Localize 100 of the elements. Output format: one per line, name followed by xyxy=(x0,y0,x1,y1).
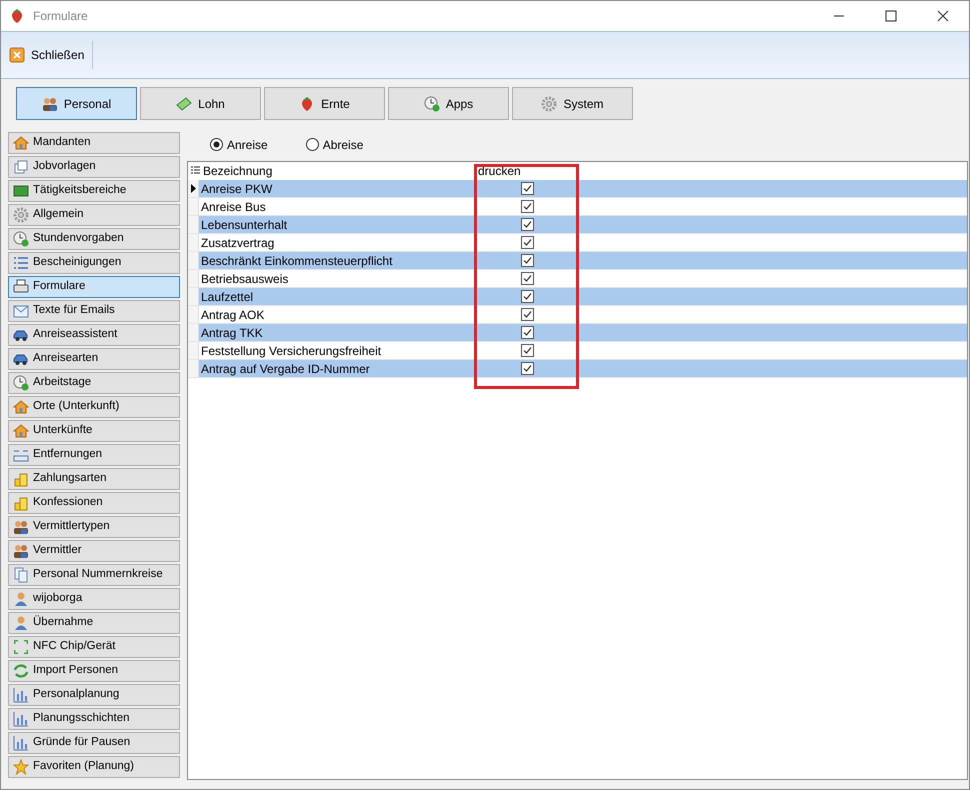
table-row[interactable]: Antrag TKK xyxy=(188,324,967,342)
sidebar-item[interactable]: Tätigkeitsbereiche xyxy=(8,180,180,202)
bar-chart-icon xyxy=(13,711,29,727)
sidebar-item[interactable]: Zahlungsarten xyxy=(8,468,180,490)
close-button[interactable]: Schließen xyxy=(9,41,94,69)
sidebar-item[interactable]: Texte für Emails xyxy=(8,300,180,322)
radio-button[interactable]: Abreise xyxy=(306,136,364,154)
checkbox[interactable] xyxy=(520,290,534,303)
sidebar-item[interactable]: Anreiseassistent xyxy=(8,324,180,346)
coins-icon xyxy=(13,471,29,487)
sidebar-item[interactable]: Gründe für Pausen xyxy=(8,732,180,754)
column-chooser-icon[interactable] xyxy=(190,166,200,176)
table-cell-text: Anreise Bus xyxy=(201,198,266,216)
category-tab[interactable]: Lohn xyxy=(140,87,261,120)
sidebar-item[interactable]: Bescheinigungen xyxy=(8,252,180,274)
sidebar-item[interactable]: Jobvorlagen xyxy=(8,156,180,178)
sidebar-item[interactable]: Stundenvorgaben xyxy=(8,228,180,250)
radio-circle[interactable] xyxy=(210,138,223,151)
mail-icon xyxy=(13,303,29,319)
table-cell-text: Feststellung Versicherungsfreiheit xyxy=(201,342,382,360)
strawberry-icon xyxy=(9,8,25,24)
sidebar-item[interactable]: NFC Chip/Gerät xyxy=(8,636,180,658)
clock-icon xyxy=(424,96,440,112)
sidebar-item[interactable]: Mandanten xyxy=(8,132,180,154)
checkbox[interactable] xyxy=(520,344,534,357)
sidebar-item[interactable]: Konfessionen xyxy=(8,492,180,514)
table-cell-text: Lebensunterhalt xyxy=(201,216,288,234)
category-tab[interactable]: Personal xyxy=(16,87,137,120)
person-icon xyxy=(13,591,29,607)
column-header[interactable]: drucken xyxy=(475,162,577,180)
window-title: Formulare xyxy=(33,8,88,25)
table-cell-text: Anreise PKW xyxy=(201,180,272,198)
table-row[interactable]: Antrag auf Vergabe ID-Nummer xyxy=(188,360,967,378)
bar-chart-icon xyxy=(13,735,29,751)
table-row[interactable]: Laufzettel xyxy=(188,288,967,306)
close-icon xyxy=(9,47,25,63)
sidebar-item[interactable]: Unterkünfte xyxy=(8,420,180,442)
radio-circle[interactable] xyxy=(306,138,319,151)
house-icon xyxy=(13,135,29,151)
table-cell-text: Antrag auf Vergabe ID-Nummer xyxy=(201,360,370,378)
sidebar-item[interactable]: Vermittler xyxy=(8,540,180,562)
table-cell-text: Zusatzvertrag xyxy=(201,234,274,252)
people-icon xyxy=(13,543,29,559)
radio-button[interactable]: Anreise xyxy=(210,136,268,154)
checkbox[interactable] xyxy=(520,272,534,285)
checkbox[interactable] xyxy=(520,362,534,375)
table-row[interactable]: Feststellung Versicherungsfreiheit xyxy=(188,342,967,360)
sidebar-item[interactable]: Favoriten (Planung) xyxy=(8,756,180,778)
sidebar-item[interactable]: Formulare xyxy=(8,276,180,298)
gear-icon xyxy=(13,207,29,223)
table-cell-text: Antrag TKK xyxy=(201,324,263,342)
people-icon xyxy=(42,96,58,112)
sidebar-item[interactable]: Vermittlertypen xyxy=(8,516,180,538)
sidebar-item[interactable]: wijoborga xyxy=(8,588,180,610)
list-icon xyxy=(13,255,29,271)
category-tab[interactable]: System xyxy=(512,87,633,120)
sidebar-item[interactable]: Personalplanung xyxy=(8,684,180,706)
sidebar-item[interactable]: Anreisearten xyxy=(8,348,180,370)
printer-icon xyxy=(13,279,29,295)
table-row[interactable]: Anreise PKW xyxy=(188,180,967,198)
column-header[interactable]: Bezeichnung xyxy=(202,162,475,180)
sidebar-item[interactable]: Import Personen xyxy=(8,660,180,682)
person-icon xyxy=(13,615,29,631)
star-icon xyxy=(13,759,29,775)
checkbox[interactable] xyxy=(520,308,534,321)
bar-chart-icon xyxy=(13,687,29,703)
maximize-icon[interactable] xyxy=(885,10,897,22)
checkbox[interactable] xyxy=(520,236,534,249)
checkbox[interactable] xyxy=(520,254,534,267)
people-icon xyxy=(13,519,29,535)
row-pointer-icon xyxy=(190,184,196,193)
sidebar-item[interactable]: Allgemein xyxy=(8,204,180,226)
sidebar-item[interactable]: Orte (Unterkunft) xyxy=(8,396,180,418)
table-row[interactable]: Lebensunterhalt xyxy=(188,216,967,234)
sidebar-item[interactable]: Planungsschichten xyxy=(8,708,180,730)
table-cell-text: Beschränkt Einkommensteuerpflicht xyxy=(201,252,392,270)
checkbox[interactable] xyxy=(520,326,534,339)
sidebar-item[interactable]: Personal Nummernkreise xyxy=(8,564,180,586)
table-row[interactable]: Betriebsausweis xyxy=(188,270,967,288)
sidebar-item[interactable]: Arbeitstage xyxy=(8,372,180,394)
clock-icon xyxy=(13,375,29,391)
checkbox[interactable] xyxy=(520,182,534,195)
gear-icon xyxy=(541,96,558,112)
close-icon[interactable] xyxy=(937,10,949,22)
house-icon xyxy=(13,399,29,415)
block-icon xyxy=(13,183,29,199)
row-header[interactable] xyxy=(188,180,199,197)
table-cell-text: Laufzettel xyxy=(201,288,254,306)
banknote-icon xyxy=(176,96,192,112)
table-row[interactable]: Antrag AOK xyxy=(188,306,967,324)
sidebar-item[interactable]: Entfernungen xyxy=(8,444,180,466)
category-tab[interactable]: Ernte xyxy=(264,87,385,120)
checkbox[interactable] xyxy=(520,200,534,213)
table-row[interactable]: Beschränkt Einkommensteuerpflicht xyxy=(188,252,967,270)
refresh-icon xyxy=(13,663,29,679)
category-tab[interactable]: Apps xyxy=(388,87,509,120)
table-row[interactable]: Zusatzvertrag xyxy=(188,234,967,252)
sidebar-item[interactable]: Übernahme xyxy=(8,612,180,634)
checkbox[interactable] xyxy=(520,218,534,231)
table-row[interactable]: Anreise Bus xyxy=(188,198,967,216)
